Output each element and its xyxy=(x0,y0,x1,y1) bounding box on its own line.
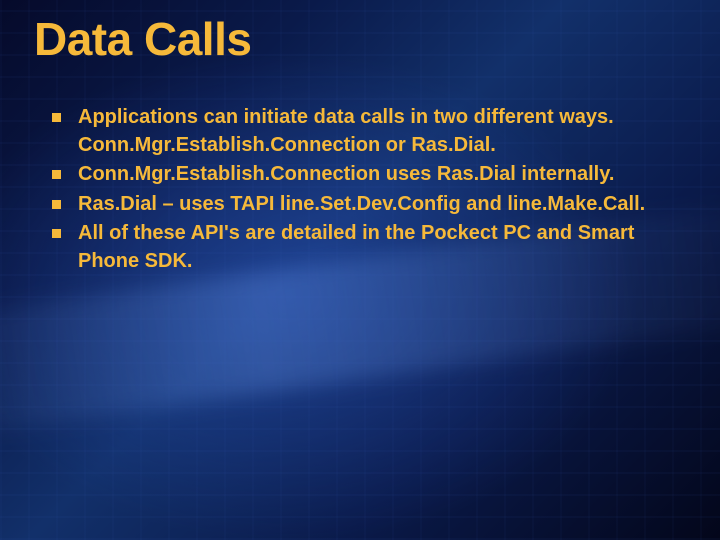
bullet-text: All of these API's are detailed in the P… xyxy=(78,222,634,272)
bullet-icon xyxy=(52,170,61,179)
list-item: All of these API's are detailed in the P… xyxy=(52,220,686,275)
slide: Data Calls Applications can initiate dat… xyxy=(0,0,720,540)
bullet-icon xyxy=(52,200,61,209)
list-item: Applications can initiate data calls in … xyxy=(52,104,686,159)
slide-title: Data Calls xyxy=(34,12,686,66)
bullet-icon xyxy=(52,113,61,122)
bullet-list: Applications can initiate data calls in … xyxy=(34,104,686,276)
list-item: Conn.Mgr.Establish.Connection uses Ras.D… xyxy=(52,161,686,189)
bullet-text: Conn.Mgr.Establish.Connection uses Ras.D… xyxy=(78,163,614,185)
bullet-icon xyxy=(52,229,61,238)
bullet-text: Ras.Dial – uses TAPI line.Set.Dev.Config… xyxy=(78,193,645,215)
bullet-text: Applications can initiate data calls in … xyxy=(78,106,614,156)
list-item: Ras.Dial – uses TAPI line.Set.Dev.Config… xyxy=(52,191,686,219)
